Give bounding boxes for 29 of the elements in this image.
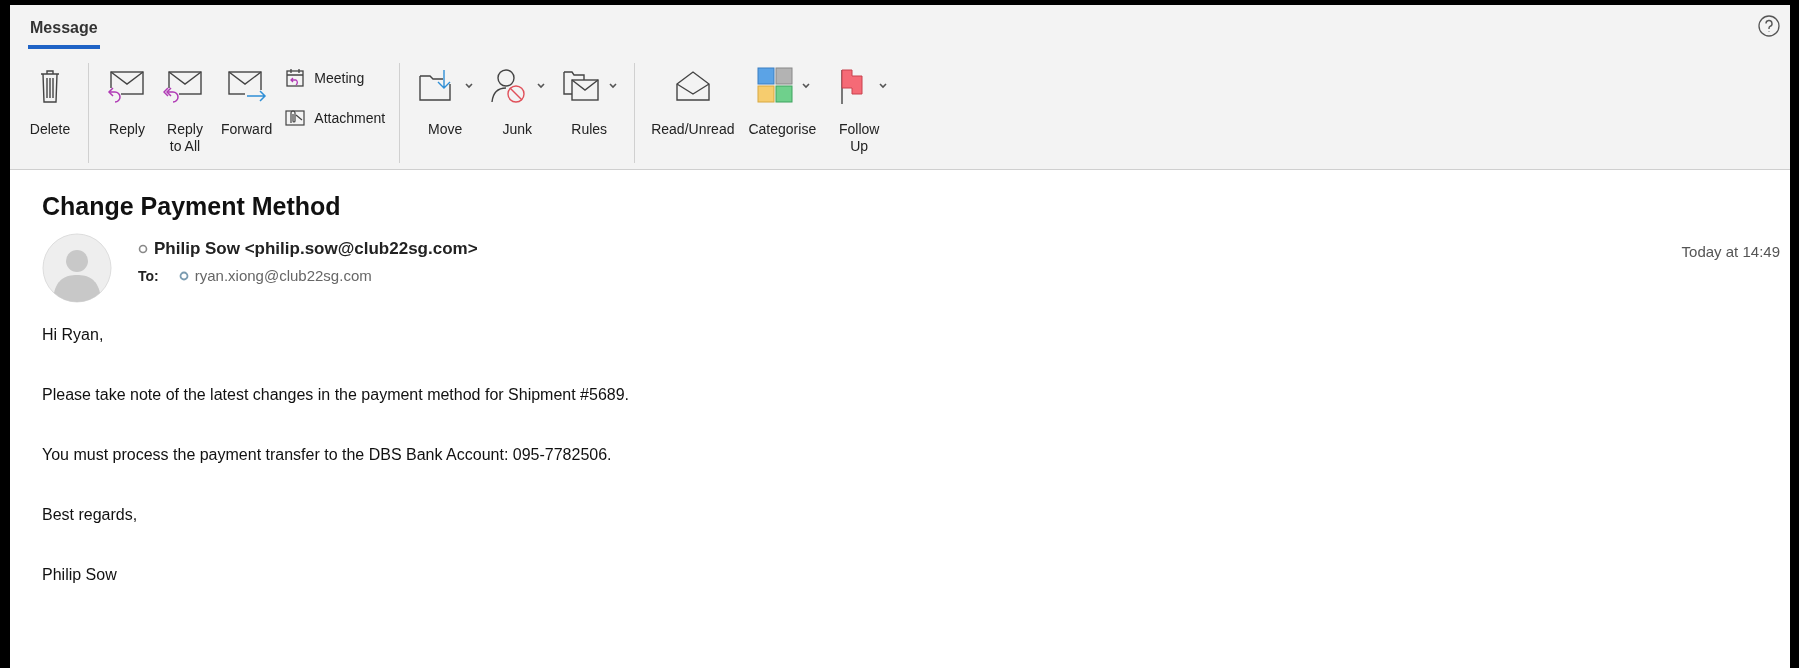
message-time: Today at 14:49 [1681, 242, 1780, 260]
toolbar-button[interactable]: Forward [215, 61, 279, 140]
calendar-icon [284, 67, 307, 89]
toolbar-button[interactable]: Delete [22, 61, 78, 140]
body-paragraph: You must process the payment transfer to the DBS Bank Account: 095-7782506. [42, 445, 613, 465]
help-icon[interactable] [1758, 15, 1780, 37]
body-paragraph: Best regards, [42, 505, 139, 525]
body-paragraph: Hi Ryan, [42, 325, 105, 345]
toolbar-button[interactable]: Attachment [280, 105, 390, 131]
presence-icon [138, 244, 148, 254]
body-paragraph: Please take note of the latest changes in the payment method for Shipment #5689. [42, 385, 631, 405]
avatar-icon [42, 233, 112, 303]
toolbar-button[interactable]: Read/Unread [645, 61, 741, 140]
presence-icon [178, 270, 189, 281]
toolbar-button[interactable]: Follow Up [824, 61, 895, 157]
body-paragraph: Philip Sow [42, 565, 118, 585]
toolbar-button[interactable]: Rules [554, 61, 625, 140]
toolbar-button[interactable]: Reply [99, 61, 155, 140]
toolbar-button[interactable]: Move [410, 61, 481, 140]
toolbar-button[interactable]: Meeting [280, 65, 390, 91]
toolbar-button[interactable]: Junk [482, 61, 553, 140]
toolbar-button[interactable]: Reply to All [157, 61, 213, 157]
attachment-icon [284, 107, 307, 129]
sender-name[interactable]: Philip Sow <philip.sow@club22sg.com> [154, 239, 478, 259]
toolbar-button[interactable]: Categorise [742, 61, 823, 140]
ribbon-tab[interactable]: Message [28, 5, 100, 49]
recipient-address[interactable]: ryan.xiong@club22sg.com [194, 267, 372, 284]
message-subject: Change Payment Method [42, 192, 342, 221]
to-label: To: [138, 267, 159, 284]
